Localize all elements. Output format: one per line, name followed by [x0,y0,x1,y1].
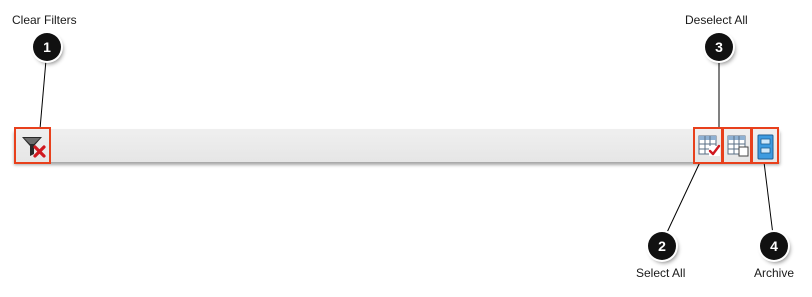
filter-clear-icon [22,137,46,158]
callout-label-archive: Archive [754,266,795,280]
select-all-button[interactable] [693,127,723,164]
deselect-all-icon [727,135,749,157]
clear-filters-button[interactable] [14,127,51,164]
callout-label-clear-filters: Clear Filters [12,13,77,27]
callout-badge-4: 4 [760,232,788,260]
callout-badge-3: 3 [705,33,733,61]
select-all-icon [698,135,721,156]
archive-icon [757,134,774,160]
grid-toolbar [14,129,780,162]
archive-button[interactable] [751,127,779,164]
callout-badge-2: 2 [648,232,676,260]
deselect-all-button[interactable] [722,127,752,164]
callout-badge-1: 1 [33,33,61,61]
callout-label-deselect-all: Deselect All [685,13,748,27]
callout-label-select-all: Select All [636,266,686,280]
